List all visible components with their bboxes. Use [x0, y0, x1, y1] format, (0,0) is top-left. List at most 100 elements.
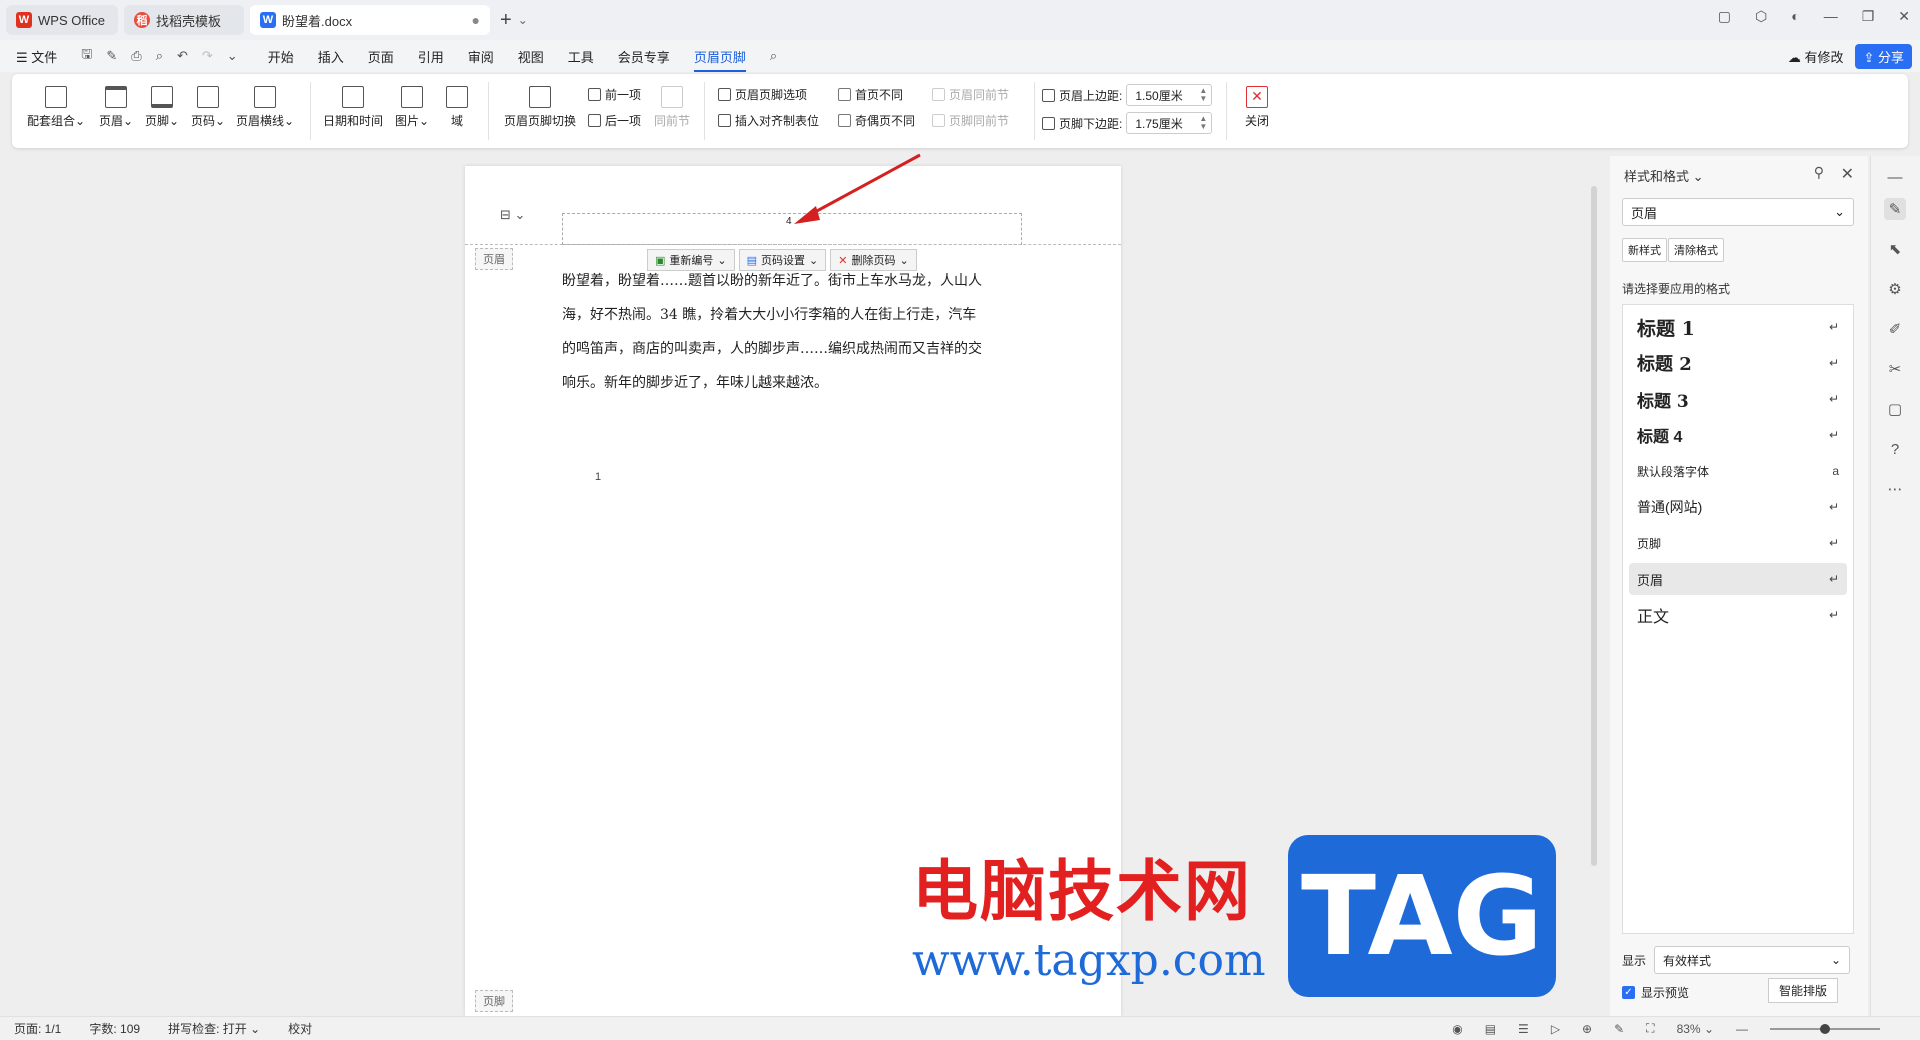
play-icon[interactable]: ▷	[1551, 1022, 1560, 1036]
menu-review[interactable]: 审阅	[468, 47, 494, 66]
share-button[interactable]: ⇪ 分享	[1855, 43, 1912, 69]
spinner-icon[interactable]: ▲ ▼	[1199, 115, 1211, 131]
word-count[interactable]: 字数: 109	[89, 1020, 140, 1037]
next-item-button[interactable]: 后一项	[588, 112, 641, 129]
style-normal-web[interactable]: 普通(网站) ↵	[1629, 491, 1847, 523]
style-heading-3[interactable]: 标题 3 ↵	[1629, 383, 1847, 415]
page-number-button[interactable]: 页码⌄	[188, 86, 228, 129]
menu-member[interactable]: 会员专享	[618, 47, 670, 66]
prev-item-button[interactable]: 前一项	[588, 86, 641, 103]
close-hf-button[interactable]: ✕ 关闭	[1240, 86, 1274, 129]
style-heading-4[interactable]: 标题 4 ↵	[1629, 419, 1847, 451]
edit-doc-icon[interactable]: ✐	[1884, 318, 1906, 340]
style-header[interactable]: 页眉 ↵	[1629, 563, 1847, 595]
footer-same-prev-checkbox[interactable]: 页脚同前节	[932, 112, 1009, 129]
hf-options-button[interactable]: 页眉页脚选项	[718, 86, 807, 103]
fit-icon[interactable]: ⛶	[1646, 1021, 1654, 1036]
undo-icon[interactable]: ↶	[177, 48, 188, 64]
outline-view-icon[interactable]: ☰	[1518, 1022, 1529, 1036]
same-as-prev-button[interactable]: 同前节	[652, 86, 692, 129]
new-tab-icon[interactable]: +	[500, 9, 512, 32]
style-body-text[interactable]: 正文 ↵	[1629, 599, 1847, 631]
panel-title[interactable]: 样式和格式 ⌄	[1624, 166, 1704, 185]
style-default-font[interactable]: 默认段落字体 a	[1629, 455, 1847, 487]
web-view-icon[interactable]: ⊕	[1582, 1022, 1592, 1036]
book-icon[interactable]: ▢	[1884, 398, 1906, 420]
print-icon[interactable]: ⎙	[131, 48, 141, 64]
new-style-button[interactable]: 新样式	[1622, 238, 1667, 262]
zoom-knob[interactable]	[1820, 1023, 1830, 1034]
chevron-down-icon[interactable]: ⌄	[518, 13, 528, 27]
tools-icon[interactable]: ✂	[1884, 358, 1906, 380]
document-scrollbar[interactable]	[1588, 156, 1600, 1016]
quick-access-more-icon[interactable]: ⌄	[227, 48, 238, 64]
menu-start[interactable]: 开始	[268, 47, 294, 66]
date-time-button[interactable]: 日期和时间	[320, 86, 386, 129]
footer-margin-input[interactable]: 1.75厘米 ▲ ▼	[1126, 112, 1213, 134]
minimize-icon[interactable]: —	[1824, 8, 1838, 25]
diff-odd-even-checkbox[interactable]: 奇偶页不同	[838, 112, 915, 129]
search-icon[interactable]: ⌕	[770, 48, 777, 64]
field-button[interactable]: 域	[442, 86, 472, 129]
page-view-icon[interactable]: ▤	[1485, 1022, 1496, 1036]
style-footer[interactable]: 页脚 ↵	[1629, 527, 1847, 559]
tab-document[interactable]: W 盼望着.docx ●	[250, 5, 490, 35]
header-same-prev-checkbox[interactable]: 页眉同前节	[932, 86, 1009, 103]
footer-button[interactable]: 页脚⌄	[142, 86, 182, 129]
pen-icon[interactable]: ✎	[1614, 1022, 1624, 1036]
help-icon[interactable]: ?	[1884, 438, 1906, 460]
header-line-button[interactable]: 页眉横线⌄	[234, 86, 296, 129]
styles-pen-icon[interactable]: ✎	[1884, 198, 1906, 220]
menu-insert[interactable]: 插入	[318, 47, 344, 66]
menu-view[interactable]: 视图	[518, 47, 544, 66]
pin-icon[interactable]: ⚲	[1814, 164, 1824, 181]
more-icon[interactable]: ⋯	[1884, 478, 1906, 500]
zoom-level[interactable]: 83% ⌄	[1677, 1022, 1714, 1036]
format-painter-icon[interactable]: ✎	[106, 48, 117, 64]
file-menu[interactable]: ☰ 文件	[16, 47, 57, 66]
insert-align-tab-button[interactable]: 插入对齐制表位	[718, 112, 819, 129]
redo-icon[interactable]: ↷	[202, 48, 213, 64]
close-icon[interactable]: ✕	[1841, 164, 1854, 184]
page-status[interactable]: 页面: 1/1	[14, 1020, 61, 1037]
restore-icon[interactable]: ❐	[1862, 8, 1875, 25]
style-heading-2[interactable]: 标题 2 ↵	[1629, 347, 1847, 379]
collapse-icon[interactable]: —	[1884, 166, 1906, 188]
menu-page[interactable]: 页面	[368, 47, 394, 66]
picture-button[interactable]: 图片⌄	[392, 86, 432, 129]
style-heading-1[interactable]: 标题 1 ↵	[1629, 311, 1847, 343]
menu-reference[interactable]: 引用	[418, 47, 444, 66]
combo-set-button[interactable]: 配套组合⌄	[26, 86, 86, 129]
spinner-icon[interactable]: ▲ ▼	[1199, 87, 1211, 103]
layout-icon[interactable]: ▢	[1718, 8, 1731, 25]
avatar[interactable]: ◐	[1791, 8, 1799, 25]
header-margin-input[interactable]: 1.50厘米 ▲ ▼	[1126, 84, 1213, 106]
save-icon[interactable]: 🖫	[81, 45, 92, 67]
show-preview-checkbox[interactable]: ✓ 显示预览	[1622, 984, 1689, 1001]
scroll-thumb[interactable]	[1591, 186, 1597, 866]
delete-page-number-button[interactable]: ✕ 删除页码 ⌄	[830, 249, 917, 271]
menu-tools[interactable]: 工具	[568, 47, 594, 66]
spell-check-status[interactable]: 拼写检查: 打开 ⌄	[168, 1020, 260, 1037]
header-layout-icon[interactable]: ⊟ ⌄	[500, 207, 525, 223]
select-cursor-icon[interactable]: ⬉	[1884, 238, 1906, 260]
close-icon[interactable]: ✕	[1898, 8, 1910, 25]
clear-format-button[interactable]: 清除格式	[1668, 238, 1724, 262]
menu-header-footer[interactable]: 页眉页脚	[693, 47, 746, 72]
smart-layout-button[interactable]: 智能排版	[1768, 978, 1839, 1003]
current-style-select[interactable]: 页眉 ⌄	[1622, 198, 1854, 226]
modified-indicator[interactable]: ☁ 有修改	[1788, 47, 1844, 66]
adjust-icon[interactable]: ⚙	[1884, 278, 1906, 300]
show-style-select[interactable]: 有效样式 ⌄	[1654, 946, 1851, 974]
eye-icon[interactable]: ◉	[1452, 1022, 1462, 1036]
zoom-out-icon[interactable]: —	[1736, 1022, 1748, 1036]
header-footer-switch-button[interactable]: 页眉页脚切换	[498, 86, 582, 129]
zoom-slider[interactable]	[1770, 1023, 1880, 1034]
unsaved-dot-icon[interactable]: ●	[472, 12, 480, 28]
print-preview-icon[interactable]: ⌕	[156, 48, 163, 64]
cube-icon[interactable]: ⬡	[1755, 8, 1767, 25]
renumber-button[interactable]: ▣ 重新编号 ⌄	[647, 249, 735, 271]
header-button[interactable]: 页眉⌄	[96, 86, 136, 129]
body-text[interactable]: 盼望着，盼望着……题首以盼的新年近了。街市上车水马龙，人山人 海，好不热闹。34…	[562, 264, 1032, 400]
tab-template[interactable]: 稻 找稻壳模板	[124, 5, 244, 35]
